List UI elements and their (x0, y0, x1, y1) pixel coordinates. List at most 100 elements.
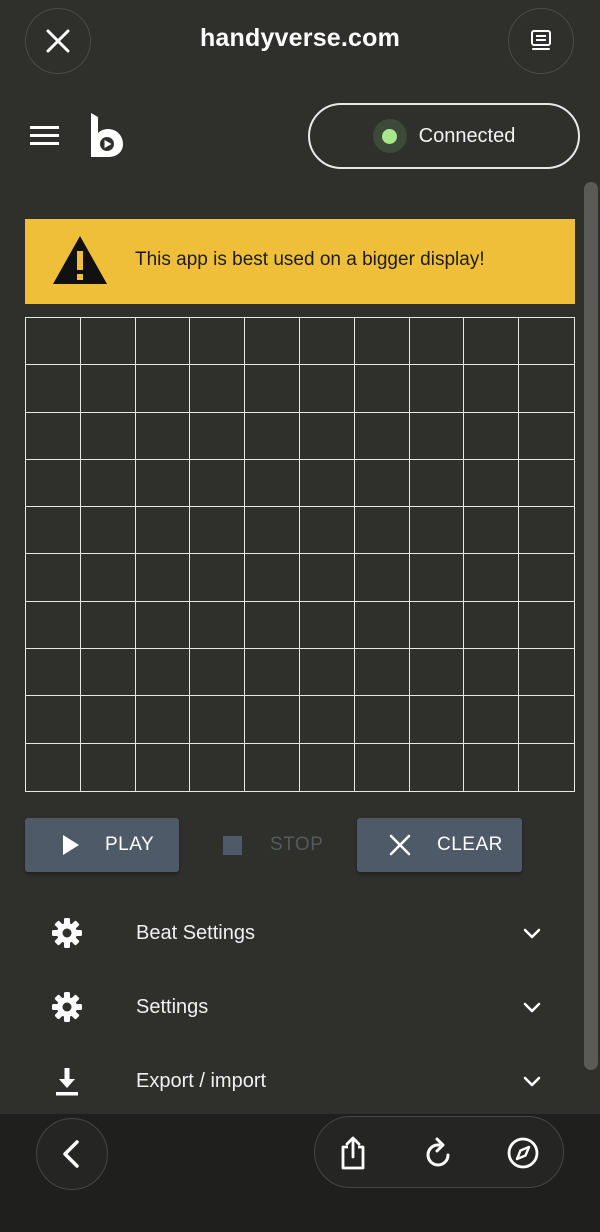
grid-cell[interactable] (409, 554, 465, 602)
grid-cell[interactable] (26, 412, 81, 460)
accordion-beat-settings[interactable]: Beat Settings (0, 903, 584, 963)
grid-cell[interactable] (519, 696, 574, 744)
grid-cell[interactable] (245, 649, 300, 697)
grid-cell[interactable] (519, 507, 574, 555)
grid-cell[interactable] (464, 507, 520, 555)
grid-cell[interactable] (245, 412, 300, 460)
grid-cell[interactable] (299, 554, 355, 602)
grid-cell[interactable] (135, 412, 191, 460)
grid-cell[interactable] (80, 601, 136, 650)
grid-cell[interactable] (464, 743, 520, 791)
grid-cell[interactable] (355, 743, 410, 791)
grid-cell[interactable] (26, 365, 81, 413)
grid-cell[interactable] (190, 554, 246, 602)
grid-cell[interactable] (409, 696, 465, 744)
grid-cell[interactable] (409, 507, 465, 555)
tabs-button[interactable] (508, 8, 574, 74)
grid-cell[interactable] (519, 460, 574, 508)
grid-cell[interactable] (464, 365, 520, 413)
grid-cell[interactable] (190, 507, 246, 555)
grid-cell[interactable] (299, 507, 355, 555)
grid-cell[interactable] (519, 318, 574, 366)
grid-cell[interactable] (519, 554, 574, 602)
grid-cell[interactable] (354, 365, 410, 413)
grid-cell[interactable] (26, 649, 81, 697)
grid-cell[interactable] (409, 649, 465, 697)
grid-cell[interactable] (80, 365, 136, 413)
grid-cell[interactable] (354, 318, 410, 366)
grid-cell[interactable] (409, 459, 465, 508)
play-button[interactable]: PLAY (25, 818, 179, 872)
grid-cell[interactable] (80, 696, 136, 744)
grid-cell[interactable] (80, 649, 136, 697)
grid-cell[interactable] (190, 412, 246, 460)
grid-cell[interactable] (464, 554, 520, 602)
grid-cell[interactable] (190, 601, 246, 650)
grid-cell[interactable] (135, 459, 191, 508)
grid-cell[interactable] (300, 743, 355, 791)
page-scrollbar[interactable] (584, 182, 598, 1070)
grid-cell[interactable] (135, 696, 191, 744)
grid-cell[interactable] (354, 696, 410, 744)
grid-cell[interactable] (299, 649, 355, 697)
accordion-settings[interactable]: Settings (0, 977, 584, 1037)
stop-button[interactable]: STOP (223, 818, 323, 872)
compass-button[interactable] (505, 1135, 541, 1171)
back-button[interactable] (36, 1118, 108, 1190)
grid-cell[interactable] (136, 743, 191, 791)
grid-cell[interactable] (135, 507, 191, 555)
grid-cell[interactable] (245, 743, 300, 791)
grid-cell[interactable] (245, 601, 300, 650)
grid-cell[interactable] (464, 649, 520, 697)
grid-cell[interactable] (245, 318, 300, 366)
grid-cell[interactable] (80, 507, 136, 555)
grid-cell[interactable] (409, 365, 465, 413)
clear-button[interactable]: CLEAR (357, 818, 522, 872)
accordion-export-import[interactable]: Export / import (0, 1051, 584, 1111)
grid-cell[interactable] (519, 413, 574, 460)
grid-cell[interactable] (26, 507, 81, 555)
grid-cell[interactable] (409, 601, 465, 650)
grid-cell[interactable] (245, 696, 300, 744)
grid-cell[interactable] (409, 412, 465, 460)
grid-cell[interactable] (135, 601, 191, 650)
grid-cell[interactable] (299, 365, 355, 413)
beat-grid[interactable] (25, 317, 575, 792)
grid-cell[interactable] (190, 318, 246, 366)
grid-cell[interactable] (190, 696, 246, 744)
grid-cell[interactable] (409, 318, 465, 366)
grid-cell[interactable] (245, 507, 300, 555)
grid-cell[interactable] (190, 365, 246, 413)
grid-cell[interactable] (354, 459, 410, 508)
grid-cell[interactable] (464, 601, 520, 650)
grid-cell[interactable] (410, 743, 465, 791)
grid-cell[interactable] (245, 554, 300, 602)
grid-cell[interactable] (135, 365, 191, 413)
grid-cell[interactable] (245, 459, 300, 508)
grid-cell[interactable] (190, 459, 246, 508)
grid-cell[interactable] (519, 602, 574, 650)
grid-cell[interactable] (80, 459, 136, 508)
grid-cell[interactable] (464, 459, 520, 508)
grid-cell[interactable] (299, 459, 355, 508)
grid-cell[interactable] (26, 459, 81, 508)
grid-cell[interactable] (135, 318, 191, 366)
grid-cell[interactable] (26, 554, 81, 602)
grid-cell[interactable] (519, 744, 574, 791)
grid-cell[interactable] (26, 601, 81, 650)
grid-cell[interactable] (81, 743, 136, 791)
grid-cell[interactable] (245, 365, 300, 413)
grid-cell[interactable] (299, 601, 355, 650)
grid-cell[interactable] (135, 554, 191, 602)
grid-cell[interactable] (354, 412, 410, 460)
grid-cell[interactable] (464, 696, 520, 744)
grid-cell[interactable] (354, 601, 410, 650)
reload-button[interactable] (421, 1135, 457, 1171)
grid-cell[interactable] (519, 365, 574, 413)
grid-cell[interactable] (80, 554, 136, 602)
grid-cell[interactable] (26, 318, 81, 366)
grid-cell[interactable] (464, 412, 520, 460)
grid-cell[interactable] (135, 649, 191, 697)
grid-cell[interactable] (190, 649, 246, 697)
grid-cell[interactable] (26, 696, 81, 744)
